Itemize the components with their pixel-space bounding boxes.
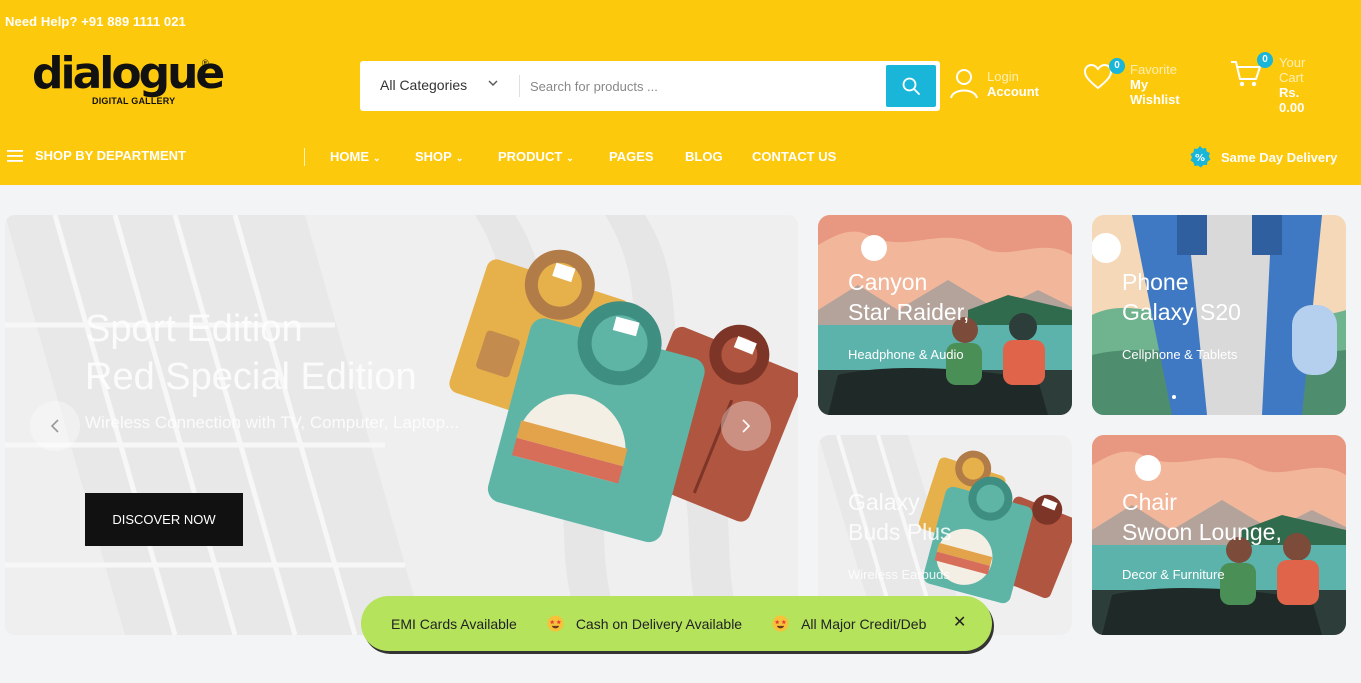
ticker-item-label: All Major Credit/Deb: [801, 615, 927, 632]
ticker-item-label: EMI Cards Available: [391, 615, 517, 632]
chevron-left-icon: [50, 419, 59, 433]
hero-title-line2: Red Special Edition: [85, 356, 417, 398]
card-title: Phone Galaxy S20: [1122, 267, 1241, 327]
same-day-delivery-link[interactable]: % Same Day Delivery: [1188, 145, 1337, 169]
slider-next-button[interactable]: [721, 401, 771, 451]
card-category: Wireless Earbuds: [848, 567, 950, 582]
promo-card-phone[interactable]: Phone Galaxy S20 Cellphone & Tablets: [1092, 215, 1346, 415]
account-link[interactable]: Login Account: [949, 67, 1049, 103]
nav-item-pages[interactable]: PAGES: [609, 149, 654, 164]
hero-subtitle: Wireless Connection with TV, Computer, L…: [85, 413, 460, 432]
nav-item-home[interactable]: HOME ⌄: [330, 149, 381, 164]
logo-registered-mark: ®: [202, 58, 209, 68]
logo-word: dialogue: [32, 48, 225, 99]
ticker-item: Cash on Delivery Available: [547, 615, 742, 632]
nav-divider: [304, 148, 305, 166]
logo-tagline: DIGITAL GALLERY: [92, 96, 176, 106]
cart-count-badge: 0: [1257, 52, 1273, 68]
site-header: Need Help? +91 889 1111 021 dialogue ® D…: [0, 0, 1361, 185]
star-eyes-emoji-icon: [547, 615, 564, 632]
nav-item-product[interactable]: PRODUCT ⌄: [498, 149, 574, 164]
nav-label: BLOG: [685, 149, 723, 164]
card-category: Decor & Furniture: [1122, 567, 1225, 582]
wishlist-label-line1: My: [1130, 77, 1149, 92]
user-icon: [950, 69, 978, 99]
nav-label: SHOP: [415, 149, 452, 164]
help-phone[interactable]: Need Help? +91 889 1111 021: [5, 14, 186, 29]
chevron-down-icon[interactable]: [488, 78, 498, 91]
chevron-right-icon: [742, 419, 751, 433]
slider-prev-button[interactable]: [30, 401, 80, 451]
main-nav: SHOP BY DEPARTMENT HOME ⌄ SHOP ⌄ PRODUCT ⌄ …: [0, 140, 1361, 174]
promo-card-canyon[interactable]: Canyon Star Raider, Headphone & Audio: [818, 215, 1072, 415]
promo-card-chair[interactable]: Chair Swoon Lounge, Decor & Furniture: [1092, 435, 1346, 635]
nav-label: PRODUCT: [498, 149, 563, 164]
search-bar: All Categories: [360, 61, 940, 111]
card-category: Cellphone & Tablets: [1122, 347, 1238, 362]
wishlist-count-badge: 0: [1109, 58, 1125, 74]
cart-total-line2: 0.00: [1279, 100, 1305, 115]
ticker-row: EMI Cards Available Cash on Delivery Ava…: [391, 615, 956, 632]
search-divider: [519, 75, 520, 97]
account-small-label: Login: [987, 69, 1019, 84]
card-title-line1: Phone: [1122, 269, 1189, 295]
close-icon[interactable]: ✕: [953, 612, 966, 632]
wishlist-link[interactable]: 0 Favorite My Wishlist: [1084, 58, 1184, 110]
chevron-down-icon: ⌄: [455, 153, 464, 163]
nav-item-contact-us[interactable]: CONTACT US: [752, 149, 836, 164]
hero-title: Sport Edition Red Special Edition: [85, 305, 417, 401]
nav-item-shop[interactable]: SHOP ⌄: [415, 149, 463, 164]
wishlist-label-line2: Wishlist: [1130, 92, 1180, 107]
hero-slider: Sport Edition Red Special Edition Wirele…: [5, 215, 798, 635]
search-input[interactable]: [530, 73, 860, 99]
search-icon: [902, 77, 920, 95]
nav-label: PAGES: [609, 149, 654, 164]
card-title: Galaxy Buds Plus: [848, 487, 952, 547]
account-label: Account: [987, 84, 1039, 99]
cart-link[interactable]: 0 Your Cart Rs. 0.00: [1230, 52, 1355, 118]
category-select[interactable]: All Categories: [380, 77, 467, 93]
card-category: Headphone & Audio: [848, 347, 964, 362]
chevron-down-icon: ⌄: [566, 153, 574, 163]
cart-total-line1: Rs.: [1279, 85, 1300, 100]
discover-now-button[interactable]: DISCOVER NOW: [85, 493, 243, 546]
cart-small-line1: Your: [1279, 55, 1306, 70]
hero-title-line1: Sport Edition: [85, 308, 303, 350]
offers-ticker: EMI Cards Available Cash on Delivery Ava…: [361, 596, 992, 651]
cart-small-line2: Cart: [1279, 70, 1304, 85]
card-title-line2: Galaxy S20: [1122, 299, 1241, 325]
ticker-item: All Major Credit/Deb: [772, 615, 926, 632]
card-title-line1: Canyon: [848, 269, 928, 295]
ticker-item-label: Cash on Delivery Available: [575, 615, 743, 632]
ticker-item: EMI Cards Available: [391, 616, 517, 632]
department-label: SHOP BY DEPARTMENT: [35, 148, 186, 163]
card-title-line1: Chair: [1122, 489, 1177, 515]
card-title: Chair Swoon Lounge,: [1122, 487, 1282, 547]
star-eyes-emoji-icon: [772, 615, 789, 632]
site-logo[interactable]: dialogue ® DIGITAL GALLERY: [32, 48, 225, 112]
chevron-down-icon: ⌄: [373, 153, 381, 163]
nav-item-blog[interactable]: BLOG: [685, 149, 723, 164]
card-title-line2: Star Raider,: [848, 299, 970, 325]
search-button[interactable]: [886, 65, 936, 107]
svg-text:%: %: [1195, 153, 1205, 164]
nav-label: HOME: [330, 149, 369, 164]
same-day-delivery-label: Same Day Delivery: [1221, 149, 1338, 165]
discount-badge-icon: %: [1190, 146, 1211, 168]
card-title-line2: Buds Plus: [848, 519, 952, 545]
shop-by-department-button[interactable]: SHOP BY DEPARTMENT: [7, 148, 186, 163]
wishlist-small-label: Favorite: [1130, 62, 1177, 77]
tshirts-illustration: [449, 249, 798, 543]
card-title-line2: Swoon Lounge,: [1122, 519, 1282, 545]
heart-icon: [1084, 64, 1112, 90]
card-title-line1: Galaxy: [848, 489, 920, 515]
nav-label: CONTACT US: [752, 149, 837, 164]
card-title: Canyon Star Raider,: [848, 267, 969, 327]
hamburger-icon: [7, 149, 23, 162]
